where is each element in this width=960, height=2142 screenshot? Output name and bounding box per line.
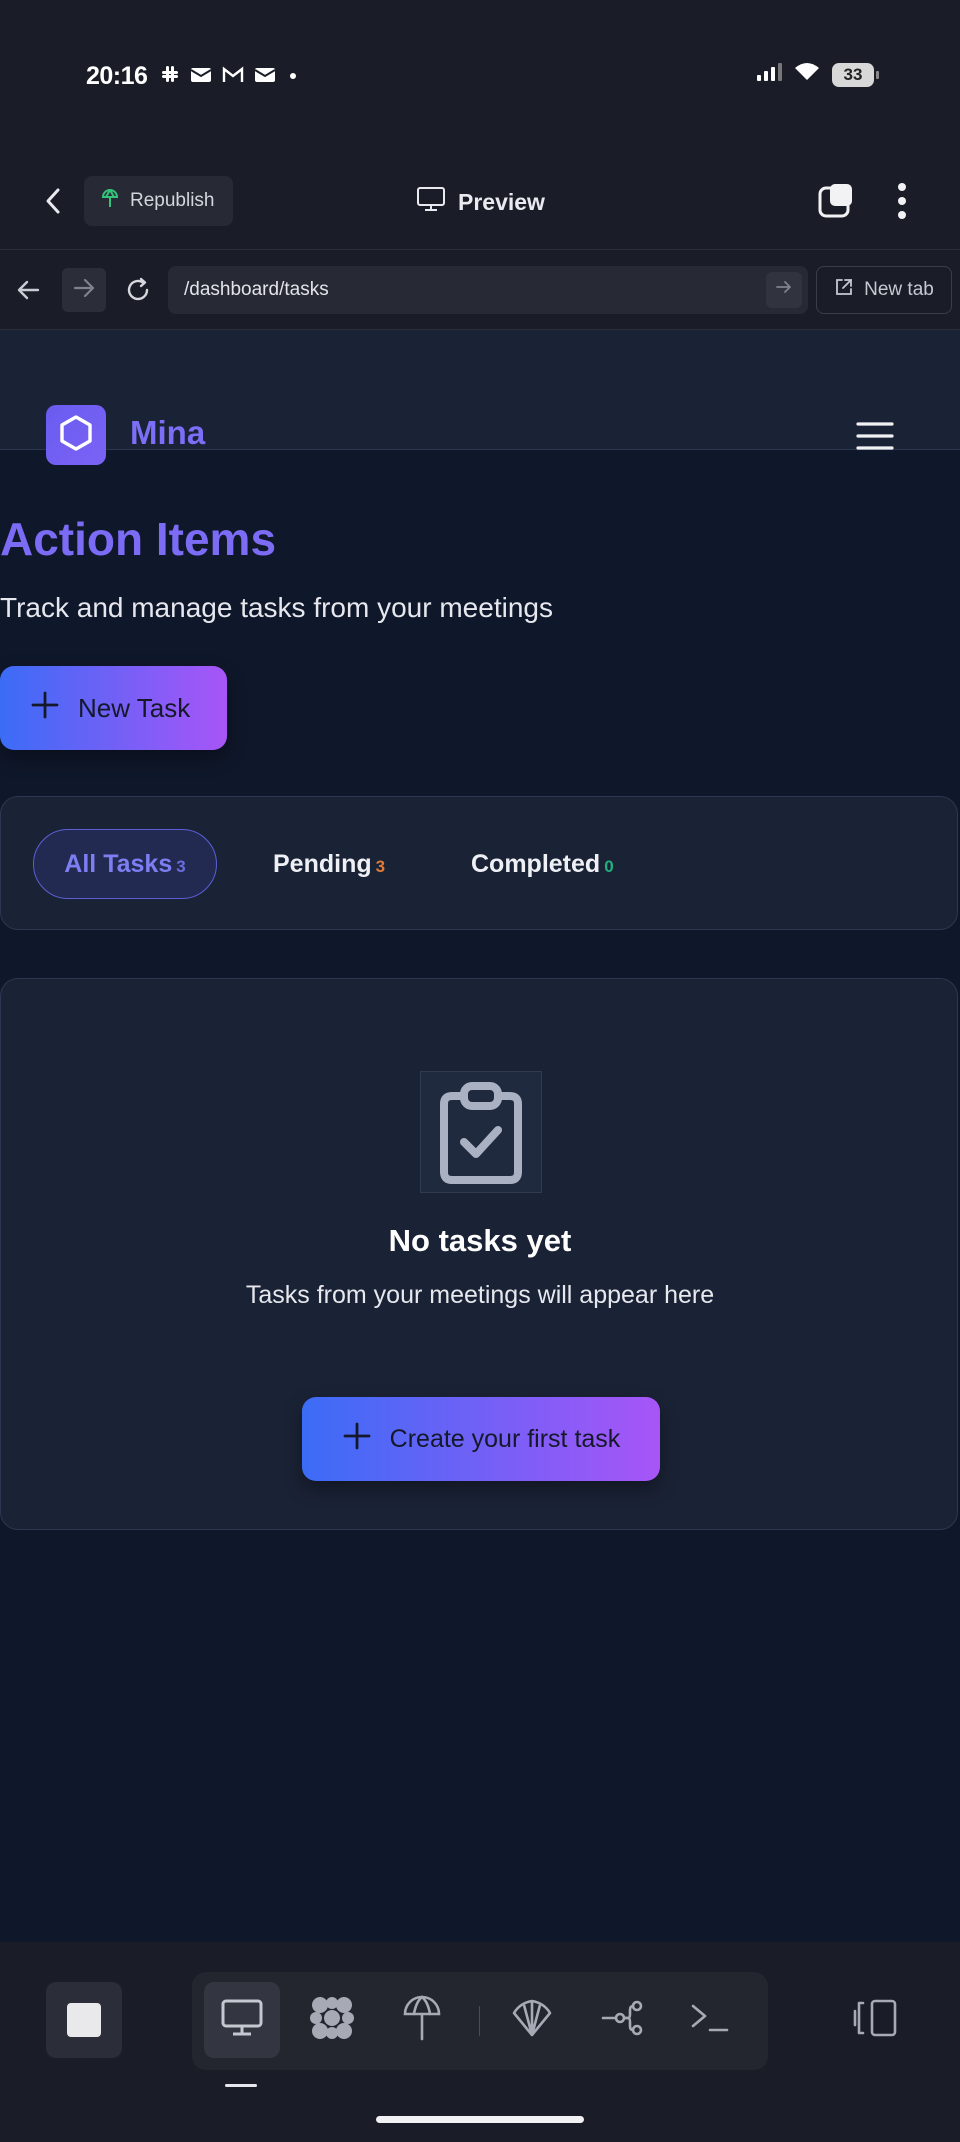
hamburger-menu-icon[interactable] xyxy=(856,420,894,452)
more-options-icon[interactable] xyxy=(896,182,908,220)
brand-name[interactable]: Mina xyxy=(130,414,205,452)
preview-label: Preview xyxy=(458,188,545,215)
tab-all-tasks[interactable]: All Tasks 3 xyxy=(33,829,217,899)
app-toolbar: Republish Preview xyxy=(0,150,960,250)
wifi-icon xyxy=(794,62,820,87)
clipboard-check-icon xyxy=(420,1071,542,1193)
create-first-task-label: Create your first task xyxy=(389,1424,621,1453)
slack-icon xyxy=(160,64,180,89)
git-tool-button[interactable] xyxy=(584,1982,660,2058)
hexagon-icon xyxy=(58,414,94,457)
tab-count-badge: 0 xyxy=(604,857,614,876)
bottom-dock xyxy=(0,1942,960,2142)
status-time: 20:16 xyxy=(86,62,148,90)
page-title: Action Items xyxy=(0,513,277,565)
tab-pending[interactable]: Pending 3 xyxy=(273,829,385,899)
new-tab-label: New tab xyxy=(864,279,934,300)
parachute-icon xyxy=(402,1994,442,2047)
external-link-icon xyxy=(834,277,854,303)
panel-toggle-icon[interactable] xyxy=(852,1998,898,2038)
page-subtitle: Track and manage tasks from your meeting… xyxy=(0,592,553,623)
notification-icons xyxy=(160,64,300,89)
mail-icon xyxy=(190,65,212,89)
tabs-switcher-icon[interactable] xyxy=(818,182,854,218)
shell-icon xyxy=(510,1997,554,2044)
status-right: 33 xyxy=(756,62,879,87)
site-header: Mina xyxy=(0,330,960,465)
new-tab-button[interactable]: New tab xyxy=(816,266,952,314)
stop-icon xyxy=(67,2003,101,2037)
gmail-icon xyxy=(222,65,244,89)
empty-state-title: No tasks yet xyxy=(388,1223,572,1258)
nav-forward-button[interactable] xyxy=(62,268,106,312)
dock-divider xyxy=(479,2006,480,2036)
signal-icon xyxy=(756,62,782,87)
agents-tool-button[interactable] xyxy=(294,1982,370,2058)
webpage: Mina Action Items Track and manage tasks… xyxy=(0,330,960,1942)
dock-tools xyxy=(192,1972,768,2070)
tab-label: Pending xyxy=(273,849,372,878)
arrow-right-icon xyxy=(72,277,96,304)
tab-completed[interactable]: Completed 0 xyxy=(471,829,614,899)
terminal-icon xyxy=(690,2002,730,2039)
republish-button[interactable]: Republish xyxy=(84,176,233,226)
plus-icon xyxy=(342,1421,372,1458)
shell-tool-button[interactable] xyxy=(494,1982,570,2058)
create-first-task-button[interactable]: Create your first task xyxy=(302,1397,660,1481)
url-input[interactable]: /dashboard/tasks xyxy=(168,266,808,314)
battery-indicator: 33 xyxy=(832,62,879,87)
plus-icon xyxy=(30,690,60,727)
tab-label: All Tasks xyxy=(64,849,173,878)
active-tool-indicator xyxy=(225,2084,257,2087)
stop-button[interactable] xyxy=(46,1982,122,2058)
tab-count-badge: 3 xyxy=(176,857,186,876)
go-button[interactable] xyxy=(766,272,802,308)
reload-icon[interactable] xyxy=(124,276,152,304)
tab-label: Completed xyxy=(471,849,601,878)
republish-label: Republish xyxy=(130,190,215,211)
home-indicator[interactable] xyxy=(376,2116,584,2123)
terminal-tool-button[interactable] xyxy=(672,1982,748,2058)
empty-state-card: No tasks yet Tasks from your meetings wi… xyxy=(0,978,958,1530)
empty-state-description: Tasks from your meetings will appear her… xyxy=(245,1281,715,1309)
browser-bar: /dashboard/tasks New tab xyxy=(0,250,960,330)
preview-tool-button[interactable] xyxy=(204,1982,280,2058)
back-chevron-icon[interactable] xyxy=(40,184,68,218)
deploy-tool-button[interactable] xyxy=(384,1982,460,2058)
dot-icon xyxy=(286,65,300,89)
monitor-icon xyxy=(416,186,446,218)
url-text: /dashboard/tasks xyxy=(184,279,329,300)
flower-icon xyxy=(308,1995,356,2046)
branch-icon xyxy=(600,1998,644,2043)
nav-back-icon[interactable] xyxy=(16,278,42,302)
logo[interactable] xyxy=(46,405,106,465)
arrow-right-icon xyxy=(775,266,793,314)
status-bar: 20:16 33 xyxy=(0,0,960,150)
new-task-button[interactable]: New Task xyxy=(0,666,227,750)
deploy-icon xyxy=(100,187,120,215)
tab-count-badge: 3 xyxy=(375,857,386,876)
filter-tabs: All Tasks 3 Pending 3 Completed 0 xyxy=(0,796,958,930)
monitor-icon xyxy=(220,1998,264,2043)
mail-icon-2 xyxy=(254,65,276,89)
preview-tab[interactable]: Preview xyxy=(416,186,545,218)
new-task-label: New Task xyxy=(78,692,191,723)
